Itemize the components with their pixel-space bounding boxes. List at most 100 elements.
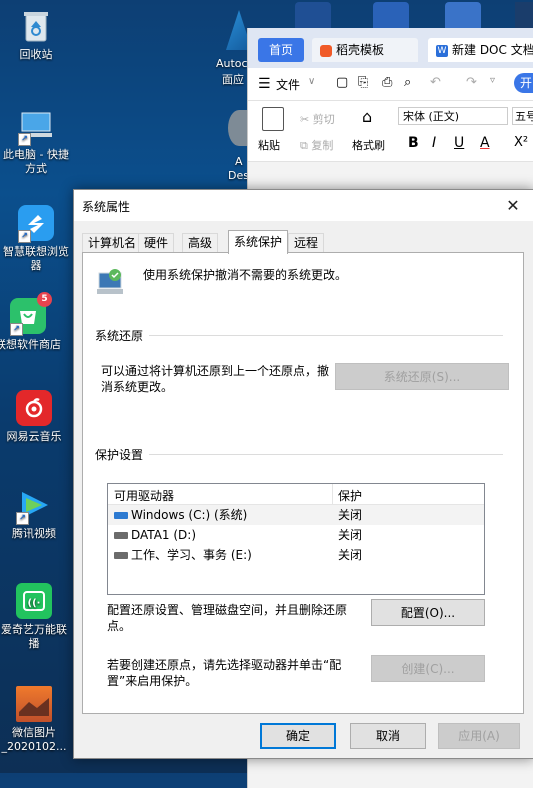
underline-button[interactable]: U: [454, 135, 464, 151]
doc-icon: W: [436, 44, 448, 57]
cut-label: 剪切: [312, 113, 335, 126]
store-icon: ↗ 5: [10, 292, 52, 336]
shortcut-arrow-icon: ↗: [10, 323, 23, 336]
drive-icon: [114, 552, 128, 559]
paste-label[interactable]: 粘贴: [258, 137, 280, 153]
desktop-icon-label: 爱奇艺万能联播: [1, 623, 67, 650]
desktop-icon-store[interactable]: ↗ 5 联想软件商店: [0, 292, 64, 352]
format-painter-icon[interactable]: ⌂: [362, 107, 372, 126]
tab-advanced[interactable]: 高级: [182, 233, 219, 253]
tab-label: 稻壳模板: [336, 43, 385, 57]
menu-file[interactable]: 文件: [276, 76, 300, 93]
table-row[interactable]: Windows (C:) (系统) 关闭: [108, 505, 484, 525]
bold-button[interactable]: B: [408, 135, 419, 151]
restore-description: 可以通过将计算机还原到上一个还原点，撤消系统更改。: [101, 364, 330, 394]
ok-button[interactable]: 确定: [260, 723, 336, 749]
close-icon[interactable]: ✕: [493, 190, 533, 221]
undo-icon[interactable]: ↶: [430, 75, 441, 90]
size-select[interactable]: 五号: [512, 107, 533, 125]
desktop-icon-music[interactable]: 网易云音乐: [0, 390, 70, 444]
iqiyi-icon: ((·: [16, 583, 52, 619]
top-app-icon[interactable]: [373, 2, 409, 28]
tab-label: 新建 DOC 文档: [452, 43, 533, 57]
save-icon[interactable]: ▢: [336, 75, 348, 90]
desktop-icon-label: 腾讯视频: [12, 527, 56, 540]
desktop-icon-label: 智慧联想浏览器: [3, 245, 69, 272]
print-icon[interactable]: ⎙: [382, 75, 392, 90]
desktop-icon-video[interactable]: ↗ 腾讯视频: [0, 487, 70, 541]
shortcut-arrow-icon: ↗: [16, 512, 29, 525]
table-row[interactable]: DATA1 (D:) 关闭: [108, 525, 484, 545]
partial-icon-label: Des: [228, 169, 249, 182]
configure-description: 配置还原设置、管理磁盘空间，并且删除还原点。: [107, 603, 348, 633]
drive-name: 工作、学习、事务 (E:): [114, 545, 252, 565]
desktop-icon-this-pc[interactable]: ↗ 此电脑 - 快捷方式: [0, 108, 72, 176]
menu-more[interactable]: ▿: [490, 75, 495, 86]
wps-ribbon: 粘贴 ✂ 剪切 ⧉ 复制 ⌂ 格式刷 宋体 (正文) 五号 B I U A X²: [248, 101, 533, 162]
column-divider: [332, 484, 333, 504]
tab-new-doc[interactable]: W 新建 DOC 文档: [428, 38, 533, 62]
protection-group-label: 保护设置: [95, 446, 150, 463]
tab-hardware[interactable]: 硬件: [138, 233, 175, 253]
tab-computer-name[interactable]: 计算机名: [82, 233, 143, 253]
tab-remote[interactable]: 远程: [288, 233, 325, 253]
drive-icon: [114, 532, 128, 539]
music-icon: [16, 390, 52, 426]
create-button[interactable]: 创建(C)...: [371, 655, 485, 682]
dialog-title: 系统属性: [82, 200, 131, 214]
top-app-icon[interactable]: [515, 2, 533, 28]
top-app-icon[interactable]: [295, 2, 331, 28]
redo-icon[interactable]: ↷: [466, 75, 477, 90]
protection-group-line: [95, 454, 503, 455]
system-protection-panel: 使用系统保护撤消不需要的系统更改。 系统还原 可以通过将计算机还原到上一个还原点…: [82, 252, 524, 714]
paste-icon[interactable]: [262, 107, 284, 131]
desktop-icon-image[interactable]: 微信图片_2020102...: [0, 686, 70, 754]
drive-name: Windows (C:) (系统): [114, 505, 247, 525]
menu-start[interactable]: 开: [514, 73, 533, 93]
top-app-icon[interactable]: [445, 2, 481, 28]
copy-button[interactable]: ⧉ 复制: [300, 137, 333, 153]
tab-home[interactable]: 首页: [258, 38, 304, 62]
drive-protection: 关闭: [338, 528, 363, 542]
desktop-icon-label: 联想软件商店: [0, 338, 61, 351]
partial-icon-label: 面应: [222, 73, 244, 86]
tab-docer-templates[interactable]: 稻壳模板: [312, 38, 418, 62]
cancel-button[interactable]: 取消: [350, 723, 426, 749]
system-restore-button[interactable]: 系统还原(S)...: [335, 363, 509, 390]
italic-button[interactable]: I: [432, 135, 436, 151]
superscript-button[interactable]: X²: [514, 135, 528, 150]
dialog-titlebar[interactable]: 系统属性 ✕: [74, 190, 533, 221]
tab-strip: 计算机名 硬件 高级 系统保护 远程: [82, 230, 522, 254]
configure-button[interactable]: 配置(O)...: [371, 599, 485, 626]
font-color-button[interactable]: A: [480, 135, 490, 151]
browser-icon: ↗: [18, 205, 54, 243]
desktop-icon-browser[interactable]: ↗ 智慧联想浏览器: [0, 205, 72, 273]
image-icon: [16, 686, 52, 722]
desktop-icon-recycle-bin[interactable]: 回收站: [0, 8, 72, 62]
hamburger-icon[interactable]: ☰: [258, 76, 271, 92]
drive-label: DATA1 (D:): [131, 528, 197, 542]
drive-protection: 关闭: [338, 548, 363, 562]
svg-text:((·: ((·: [28, 598, 41, 609]
recycle-bin-icon: [18, 8, 54, 44]
desktop-icon-iqiyi[interactable]: ((· 爱奇艺万能联播: [0, 583, 70, 651]
column-header-drive[interactable]: 可用驱动器: [114, 487, 174, 504]
drive-label: 工作、学习、事务 (E:): [131, 548, 252, 562]
font-select[interactable]: 宋体 (正文): [398, 107, 508, 125]
cut-button[interactable]: ✂ 剪切: [300, 111, 335, 127]
preview-icon[interactable]: ⌕: [404, 75, 411, 90]
format-painter-label[interactable]: 格式刷: [352, 137, 385, 153]
drive-name: DATA1 (D:): [114, 525, 196, 545]
drive-list[interactable]: 可用驱动器 保护 Windows (C:) (系统) 关闭 DATA1 (D:)…: [107, 483, 485, 595]
column-header-protection[interactable]: 保护: [338, 487, 362, 504]
copy-label: 复制: [311, 139, 334, 152]
table-row[interactable]: 工作、学习、事务 (E:) 关闭: [108, 545, 484, 565]
windows-drive-icon: [114, 512, 128, 519]
export-icon[interactable]: ⎘: [358, 75, 368, 90]
apply-button[interactable]: 应用(A): [438, 723, 520, 749]
system-properties-dialog: 系统属性 ✕ 计算机名 硬件 高级 系统保护 远程 使用系统保护撤消不需要的系统…: [73, 189, 533, 759]
shortcut-arrow-icon: ↗: [18, 230, 31, 243]
tab-system-protection[interactable]: 系统保护: [228, 230, 289, 254]
desktop-icon-label: 微信图片_2020102...: [1, 726, 67, 753]
restore-group-line: [95, 335, 503, 336]
